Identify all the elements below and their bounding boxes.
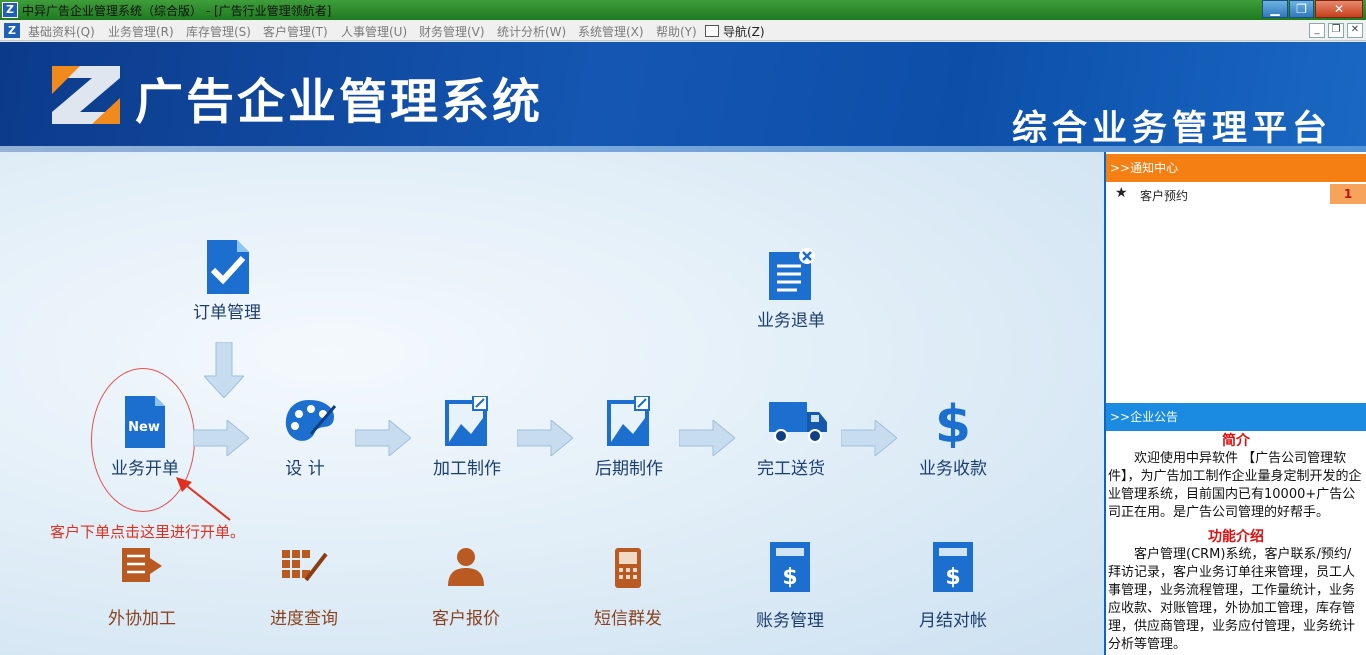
- window-title: 中异广告企业管理系统（综合版） - [广告行业管理领航者]: [22, 4, 332, 18]
- menu-hr[interactable]: 人事管理(U): [341, 23, 407, 40]
- menu-statistics[interactable]: 统计分析(W): [497, 23, 566, 40]
- post-production-module[interactable]: 后期制作: [559, 395, 699, 479]
- sms-broadcast-module[interactable]: 短信群发: [558, 546, 698, 629]
- mdi-close-button[interactable]: ✕: [1347, 23, 1363, 38]
- intro-title: 简介: [1222, 433, 1250, 449]
- close-button[interactable]: ✕: [1315, 0, 1363, 18]
- monthly-reconcile-module[interactable]: $ 月结对帐: [883, 540, 1023, 631]
- image-edit-icon: [443, 395, 491, 446]
- notice-center-header: >>通知中心: [1106, 154, 1366, 182]
- production-module[interactable]: 加工制作: [397, 395, 537, 479]
- notice-item-label: 客户预约: [1140, 189, 1189, 203]
- menu-finance[interactable]: 财务管理(V): [419, 23, 485, 40]
- ledger-icon: $: [766, 540, 814, 596]
- star-icon: ★: [1115, 185, 1128, 201]
- customer-quote-module[interactable]: 客户报价: [396, 546, 536, 629]
- delivery-module[interactable]: 完工送货: [721, 396, 861, 479]
- menu-help[interactable]: 帮助(Y): [656, 23, 697, 40]
- design-label: 设 计: [285, 459, 325, 479]
- palette-icon: [281, 396, 337, 444]
- notice-item[interactable]: ★ 客户预约 1: [1106, 184, 1366, 204]
- z-logo-icon: [52, 66, 120, 124]
- workflow-area: 订单管理 业务退单 New 业务开单 设 计 加工制作 后期制作 完工送货 $ …: [0, 152, 1104, 655]
- mdi-restore-button[interactable]: ❐: [1328, 23, 1344, 38]
- navigation-icon: [705, 25, 719, 37]
- menu-basic-data[interactable]: 基础资料(Q): [28, 23, 95, 40]
- customer-quote-label: 客户报价: [432, 609, 500, 629]
- svg-text:$: $: [945, 565, 960, 590]
- announcement-body: 简介 欢迎使用中异软件 【广告公司管理软件】，为广告加工制作企业量身定制开发的企…: [1108, 432, 1364, 654]
- ledger-icon: $: [929, 540, 977, 596]
- menu-bar: Z 基础资料(Q) 业务管理(R) 库存管理(S) 客户管理(T) 人事管理(U…: [0, 20, 1366, 41]
- dollar-icon: $: [929, 395, 977, 455]
- down-arrow-icon: [204, 342, 244, 398]
- finance-management-label: 账务管理: [756, 611, 824, 631]
- new-document-icon: New: [121, 396, 169, 448]
- svg-text:$: $: [782, 565, 797, 590]
- menu-business[interactable]: 业务管理(R): [108, 23, 174, 40]
- notice-count-badge: 1: [1330, 184, 1366, 204]
- app-title: 广告企业管理系统: [135, 74, 544, 130]
- order-management-module[interactable]: 订单管理: [157, 240, 297, 323]
- phone-icon: [604, 546, 652, 594]
- announcement-header: >>企业公告: [1106, 403, 1366, 431]
- progress-query-label: 进度查询: [270, 609, 338, 629]
- collection-module[interactable]: $ 业务收款: [883, 395, 1023, 479]
- maximize-button[interactable]: ❐: [1289, 0, 1314, 18]
- business-return-label: 业务退单: [757, 311, 825, 331]
- outsource-module[interactable]: 外协加工: [72, 546, 212, 629]
- intro-text: 欢迎使用中异软件 【广告公司管理软件】，为广告加工制作企业量身定制开发的企业管理…: [1108, 451, 1362, 520]
- collection-label: 业务收款: [919, 459, 987, 479]
- mdi-minimize-button[interactable]: _: [1309, 23, 1325, 38]
- menu-system[interactable]: 系统管理(X): [578, 23, 644, 40]
- minimize-button[interactable]: ▁: [1262, 0, 1288, 18]
- business-return-module[interactable]: 业务退单: [721, 248, 861, 331]
- calculator-icon: [280, 546, 328, 594]
- new-badge-text: New: [128, 420, 160, 435]
- features-text: 客户管理(CRM)系统，客户联系/预约/拜访记录，客户业务订单往来管理，员工人事…: [1108, 547, 1356, 652]
- platform-title: 综合业务管理平台: [1012, 109, 1333, 149]
- outsource-icon: [118, 546, 166, 594]
- new-order-hint: 客户下单点击这里进行开单。: [50, 523, 246, 541]
- image-edit-icon: [605, 395, 653, 446]
- menu-navigation-label: 导航(Z): [723, 25, 765, 39]
- delivery-label: 完工送货: [757, 459, 825, 479]
- order-check-icon: [203, 240, 251, 294]
- menu-customer[interactable]: 客户管理(T): [263, 23, 328, 40]
- side-panel: >>通知中心 ★ 客户预约 1 >>企业公告 简介 欢迎使用中异软件 【广告公司…: [1104, 152, 1366, 655]
- production-label: 加工制作: [433, 459, 501, 479]
- post-production-label: 后期制作: [595, 459, 663, 479]
- design-module[interactable]: 设 计: [235, 396, 375, 479]
- monthly-reconcile-label: 月结对帐: [919, 611, 987, 631]
- features-title: 功能介绍: [1208, 529, 1264, 545]
- progress-query-module[interactable]: 进度查询: [234, 546, 374, 629]
- truck-icon: [767, 396, 827, 444]
- menu-inventory[interactable]: 库存管理(S): [186, 23, 251, 40]
- order-management-label: 订单管理: [193, 303, 261, 323]
- app-menu-icon[interactable]: Z: [4, 23, 20, 38]
- finance-management-module[interactable]: $ 账务管理: [720, 540, 860, 631]
- return-list-icon: [767, 248, 815, 300]
- sms-broadcast-label: 短信群发: [594, 609, 662, 629]
- menu-navigation[interactable]: 导航(Z): [705, 23, 765, 40]
- header-banner: 广告企业管理系统 综合业务管理平台: [0, 42, 1366, 152]
- hint-arrow-icon: [176, 477, 231, 521]
- outsource-label: 外协加工: [108, 609, 176, 629]
- app-icon: Z: [2, 2, 18, 18]
- title-bar: Z 中异广告企业管理系统（综合版） - [广告行业管理领航者] ▁ ❐ ✕: [0, 0, 1366, 20]
- person-icon: [442, 546, 490, 594]
- svg-text:$: $: [935, 396, 971, 448]
